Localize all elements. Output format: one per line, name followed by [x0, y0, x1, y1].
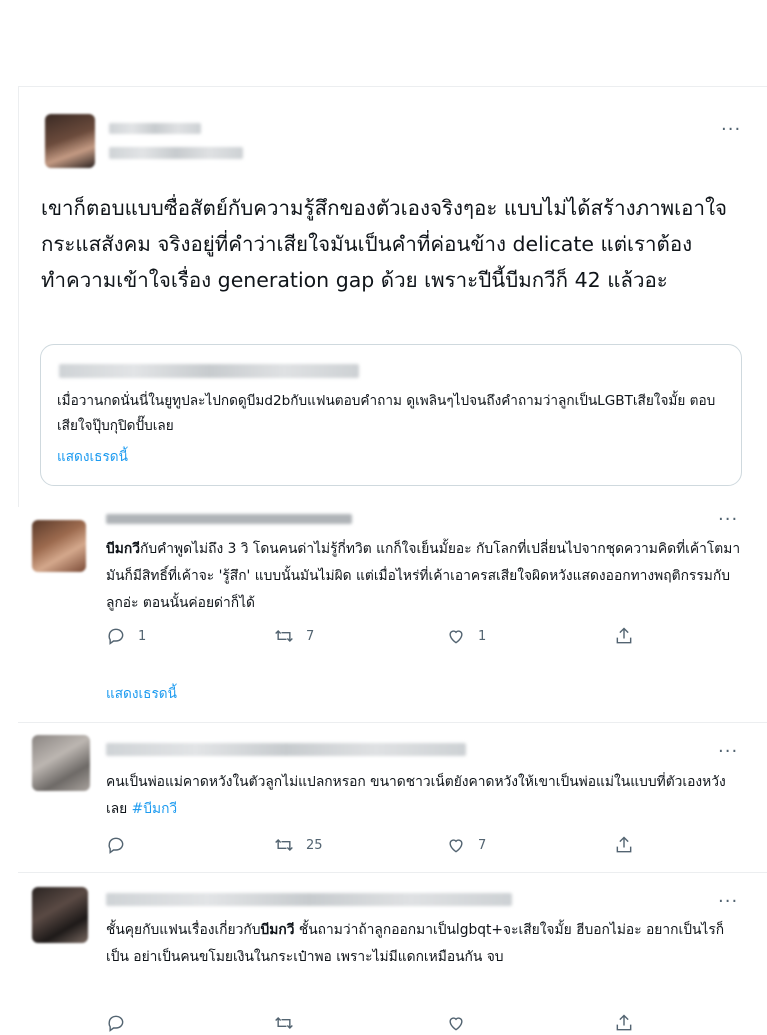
- more-icon[interactable]: ···: [718, 893, 738, 911]
- reply-body: ชั้นคุยกับแฟนเรื่องเกี่ยวกับ: [106, 922, 261, 938]
- share-icon: [616, 627, 632, 644]
- retweet-action[interactable]: 7: [274, 626, 314, 646]
- reply-mention[interactable]: บีมกวี: [260, 922, 294, 938]
- share-action[interactable]: [614, 835, 634, 855]
- avatar[interactable]: [32, 735, 90, 791]
- tweet-text: เขาก็ตอบแบบซื่อสัตย์กับความรู้สึกของตัวเ…: [41, 196, 727, 292]
- more-icon[interactable]: ···: [718, 511, 738, 529]
- retweet-action[interactable]: 25: [274, 835, 323, 855]
- like-count: 7: [478, 837, 487, 853]
- quoted-tweet[interactable]: เมื่อวานกดนั่นนี่ในยูทูปละไปกดดูบีมd2bกั…: [40, 344, 742, 486]
- reply-mention[interactable]: บีมกวี: [106, 541, 140, 557]
- reply-text: ชั้นคุยกับแฟนเรื่องเกี่ยวกับบีมกวี ชั้นถ…: [106, 917, 746, 971]
- reply-text: บีมกวีกับคำพูดไม่ถึง 3 วิ โดนคนด่าไม่รู้…: [106, 536, 746, 617]
- share-action[interactable]: [614, 626, 634, 646]
- reply-action[interactable]: 1: [106, 626, 146, 646]
- like-action[interactable]: 1: [446, 626, 486, 646]
- author-name[interactable]: [109, 123, 201, 134]
- retweet-icon: [275, 629, 293, 643]
- share-icon: [616, 836, 632, 853]
- reply-icon: [108, 1015, 124, 1032]
- tweet-actions: 25 7: [106, 835, 666, 857]
- avatar[interactable]: [32, 887, 88, 943]
- reply-body: กับคำพูดไม่ถึง 3 วิ โดนคนด่าไม่รู้กี่ทวิ…: [106, 541, 741, 611]
- hashtag-link[interactable]: #บีมกวี: [132, 801, 178, 817]
- like-count: 1: [478, 628, 487, 644]
- tweet-actions: 1 7 1: [106, 626, 666, 648]
- retweet-icon: [275, 1016, 293, 1030]
- retweet-count: 7: [306, 628, 315, 644]
- reply-icon: [108, 628, 124, 645]
- show-thread-link[interactable]: แสดงเธรดนี้: [57, 445, 128, 467]
- retweet-count: 25: [306, 837, 323, 853]
- reply-tweet: ··· คนเป็นพ่อแม่คาดหวังในตัวลูกไม่แปลกหร…: [18, 722, 767, 873]
- like-action[interactable]: 7: [446, 835, 486, 855]
- retweet-icon: [275, 838, 293, 852]
- author-handle[interactable]: [109, 147, 243, 159]
- reply-icon: [108, 837, 124, 854]
- share-action[interactable]: [614, 1013, 634, 1033]
- reply-tweet: ··· ชั้นคุยกับแฟนเรื่องเกี่ยวกับบีมกวี ช…: [18, 872, 767, 1032]
- author-name[interactable]: [106, 893, 512, 906]
- tweet-actions: [106, 1013, 666, 1035]
- like-action[interactable]: [446, 1013, 466, 1033]
- quoted-author: [59, 364, 359, 378]
- retweet-action[interactable]: [274, 1013, 294, 1033]
- author-name[interactable]: [106, 514, 352, 524]
- author-name[interactable]: [106, 743, 466, 756]
- like-icon: [449, 1017, 463, 1031]
- reply-action[interactable]: [106, 1013, 126, 1033]
- more-icon[interactable]: ···: [718, 743, 738, 761]
- reply-tweet: ··· บีมกวีกับคำพูดไม่ถึง 3 วิ โดนคนด่าไม…: [18, 508, 767, 722]
- like-icon: [449, 839, 463, 853]
- reply-body: คนเป็นพ่อแม่คาดหวังในตัวลูกไม่แปลกหรอก ข…: [106, 774, 726, 817]
- reply-text: คนเป็นพ่อแม่คาดหวังในตัวลูกไม่แปลกหรอก ข…: [106, 769, 746, 823]
- more-icon[interactable]: ···: [721, 121, 741, 139]
- reply-action[interactable]: [106, 835, 138, 855]
- share-icon: [616, 1014, 632, 1031]
- avatar[interactable]: [45, 114, 95, 168]
- show-thread-link[interactable]: แสดงเธรดนี้: [106, 682, 177, 704]
- quoted-tweet-text: เมื่อวานกดนั่นนี่ในยูทูปละไปกดดูบีมd2bกั…: [57, 393, 716, 434]
- reply-count: 1: [138, 628, 147, 644]
- like-icon: [449, 630, 463, 644]
- avatar[interactable]: [32, 520, 86, 572]
